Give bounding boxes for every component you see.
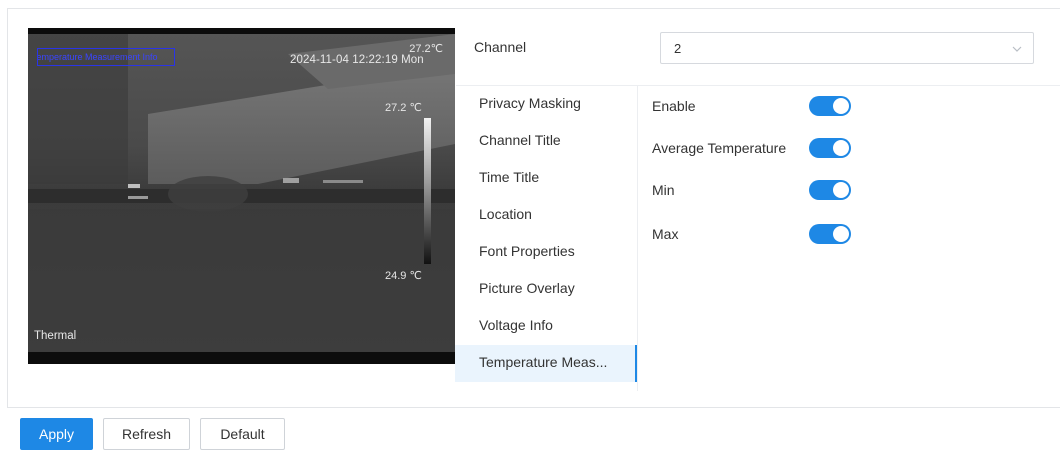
enable-toggle[interactable] [809,96,851,116]
menu-item-privacy-masking[interactable]: Privacy Masking [455,86,637,123]
channel-label: Channel [474,39,527,55]
menu-item-label: Picture Overlay [479,280,575,296]
menu-item-label: Time Title [479,169,540,185]
thermal-image [28,34,455,352]
max-toggle[interactable] [809,224,851,244]
option-max: Max [652,224,872,248]
toggle-knob [833,226,849,242]
osd-datetime: 2024-11-04 12:22:19 Mon [290,54,424,66]
average-temperature-toggle[interactable] [809,138,851,158]
refresh-button[interactable]: Refresh [103,418,190,450]
menu-item-label: Temperature Meas... [479,354,608,370]
option-enable: Enable [652,96,872,120]
menu-item-channel-title[interactable]: Channel Title [455,123,637,160]
apply-button[interactable]: Apply [20,418,93,450]
option-label: Average Temperature [652,140,787,156]
menu-item-picture-overlay[interactable]: Picture Overlay [455,271,637,308]
option-average-temperature: Average Temperature [652,138,872,162]
scale-max-label: 27.2 ℃ [385,102,422,114]
channel-select[interactable]: 2 [660,32,1034,64]
menu-item-label: Voltage Info [479,317,553,333]
osd-channel-name[interactable]: Thermal [34,330,76,342]
menu-item-label: Font Properties [479,243,575,259]
toggle-knob [833,140,849,156]
temperature-scale-bar [424,118,431,264]
option-label: Enable [652,98,696,114]
toggle-knob [833,98,849,114]
overlay-menu: Privacy Masking Channel Title Time Title… [455,86,637,382]
menu-item-temperature-measurement[interactable]: Temperature Meas... [455,345,637,382]
menu-item-label: Channel Title [479,132,561,148]
osd-title: Temperature Measurement Info [37,52,158,62]
osd-measurement-box[interactable]: Temperature Measurement Info [37,48,175,66]
chevron-down-icon [1012,46,1022,52]
default-button[interactable]: Default [200,418,285,450]
option-label: Max [652,226,679,242]
menu-item-label: Privacy Masking [479,95,581,111]
menu-item-font-properties[interactable]: Font Properties [455,234,637,271]
menu-item-location[interactable]: Location [455,197,637,234]
min-toggle[interactable] [809,180,851,200]
divider-vertical [637,86,638,391]
menu-item-time-title[interactable]: Time Title [455,160,637,197]
channel-value: 2 [674,41,682,56]
menu-item-label: Location [479,206,532,222]
toggle-knob [833,182,849,198]
video-preview[interactable]: Temperature Measurement Info 27.2℃ 2024-… [28,28,455,364]
option-min: Min [652,180,872,204]
scale-min-label: 24.9 ℃ [385,270,422,282]
option-label: Min [652,182,675,198]
menu-item-voltage-info[interactable]: Voltage Info [455,308,637,345]
